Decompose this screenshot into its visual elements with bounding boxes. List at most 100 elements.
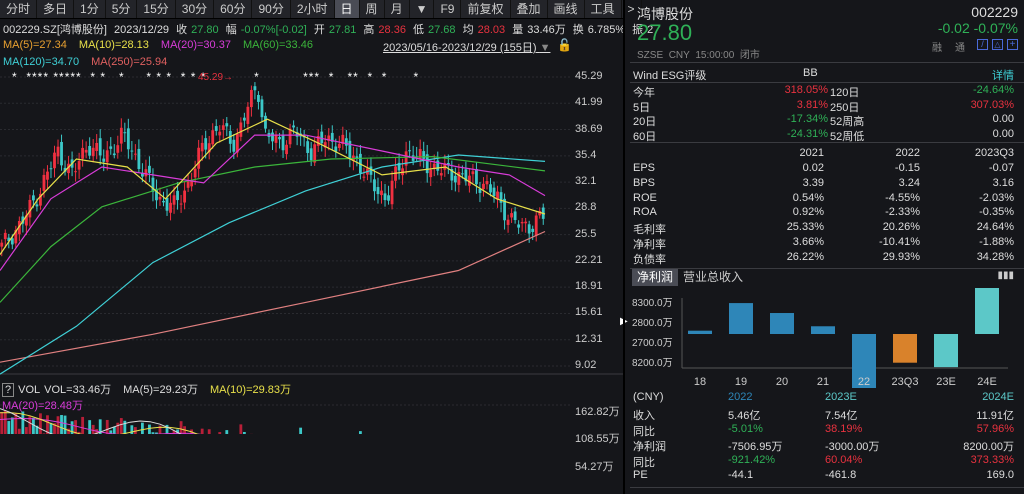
vol-legend: ? VOL VOL=33.46万 MA(5)=29.23万 MA(10)=29.83万 — [2, 381, 303, 397]
candle — [471, 171, 475, 175]
fin-cell: 25.33% — [786, 221, 824, 234]
fin-cell: -10.41% — [879, 236, 920, 248]
perf-value: 318.05% — [784, 84, 828, 96]
candle — [271, 132, 274, 142]
volume-bar — [200, 428, 204, 434]
candle — [130, 150, 134, 152]
candle — [193, 168, 197, 178]
profit-bar[interactable] — [893, 334, 917, 363]
forecast-cell: 57.96% — [976, 422, 1014, 435]
candle — [77, 161, 81, 170]
add-icon[interactable]: + — [1007, 39, 1018, 50]
candle — [373, 179, 376, 192]
fin-header-cell: 2022 — [895, 147, 920, 159]
candle — [183, 190, 187, 203]
candle — [285, 144, 288, 155]
esg-detail-link[interactable]: 详情 — [992, 67, 1014, 83]
candle — [460, 173, 464, 175]
candle — [288, 128, 292, 145]
volume-bar — [91, 424, 95, 434]
fin-cell: -0.35% — [979, 206, 1014, 219]
profit-bar[interactable] — [770, 313, 794, 334]
more-icon[interactable]: ▮▮▮ — [997, 270, 1014, 281]
volume-bar — [60, 415, 63, 434]
fin-cell: 26.22% — [786, 250, 824, 263]
profit-bar[interactable] — [811, 326, 835, 334]
price-axis-label: 32.1 — [575, 175, 597, 188]
edit-icon[interactable]: / — [977, 39, 988, 50]
volume-bar — [207, 429, 211, 434]
candle — [390, 180, 394, 205]
profit-bar[interactable] — [729, 303, 753, 334]
perf-row: 20日 -17.34% 52周高 0.00 — [630, 113, 1024, 128]
price-axis-label: 41.99 — [575, 96, 603, 109]
candle — [242, 117, 246, 121]
candle — [119, 127, 123, 144]
perf-value: 307.03% — [970, 98, 1014, 111]
candle — [274, 134, 278, 143]
alert-icon[interactable]: △ — [992, 39, 1003, 50]
candle — [439, 173, 443, 176]
fin-cell: 3.66% — [792, 236, 824, 248]
volume-bar — [112, 426, 116, 434]
fin-row: 负债率 26.22% 29.93% 34.28% — [630, 251, 1024, 266]
profit-bar[interactable] — [688, 330, 712, 334]
candle — [489, 184, 492, 193]
kline-chart[interactable] — [0, 0, 624, 434]
price-axis-label: 45.29 — [575, 70, 603, 82]
volume-bar — [299, 427, 303, 434]
candle — [144, 169, 148, 177]
divider — [630, 62, 1024, 63]
volume-bar — [81, 416, 85, 434]
forecast-row: 净利润 -7506.95万 -3000.00万 8200.00万 — [630, 438, 1024, 453]
candle — [211, 130, 215, 145]
fin-cell: 0.92% — [792, 206, 824, 219]
candle — [239, 122, 243, 137]
candle — [292, 125, 296, 128]
perf-value: 0.00 — [992, 113, 1014, 125]
forecast-header-cell: 2023E — [825, 391, 857, 403]
divider — [630, 142, 1024, 143]
candle — [520, 221, 524, 224]
esg-value: BB — [803, 67, 818, 79]
margin-badge: 融 — [932, 43, 942, 54]
candle — [429, 169, 433, 178]
candle — [126, 128, 130, 150]
candle — [46, 171, 49, 180]
price-axis-label: 35.4 — [575, 148, 597, 161]
profit-bar[interactable] — [975, 288, 999, 334]
candle — [10, 238, 14, 245]
candle — [137, 148, 141, 170]
candle — [524, 221, 528, 224]
fin-row: BPS 3.39 3.24 3.16 — [630, 177, 1024, 192]
divider[interactable] — [623, 0, 625, 494]
candle — [232, 139, 236, 152]
help-icon[interactable]: ? — [2, 383, 15, 397]
forecast-row: 同比 -921.42% 60.04% 373.33% — [630, 454, 1024, 469]
profit-bar[interactable] — [934, 334, 958, 368]
candle — [3, 232, 7, 240]
forecast-cell: 169.0 — [986, 469, 1014, 481]
candle — [225, 123, 229, 127]
candle — [200, 142, 204, 152]
tab-0[interactable]: 净利润 — [632, 269, 679, 286]
ma120-line — [0, 154, 546, 375]
forecast-cell: 5.46亿 — [728, 410, 761, 422]
fin-row: ROA 0.92% -2.33% -0.35% — [630, 206, 1024, 221]
volume-bar — [7, 421, 11, 434]
volume-bar — [179, 421, 183, 434]
candle — [123, 132, 127, 134]
vol-ma20: MA(20)=28.48万 — [2, 400, 84, 412]
fin-cell: 20.26% — [882, 221, 920, 234]
fin-cell: 3.24 — [898, 176, 920, 189]
candle — [249, 89, 253, 108]
fin-cell: 24.64% — [976, 221, 1014, 234]
vol-ma5: MA(5)=29.23万 — [123, 384, 199, 396]
forecast-row: PE -44.1 -461.8 169.0 — [630, 469, 1024, 484]
tab-1[interactable]: 营业总收入 — [678, 269, 748, 286]
volume-bar — [358, 431, 362, 434]
fin-cell: 29.93% — [882, 250, 920, 263]
candle — [517, 224, 521, 228]
forecast-cell: -7506.95万 — [728, 441, 783, 453]
forecast-row: 同比 -5.01% 38.19% 57.96% — [630, 423, 1024, 438]
